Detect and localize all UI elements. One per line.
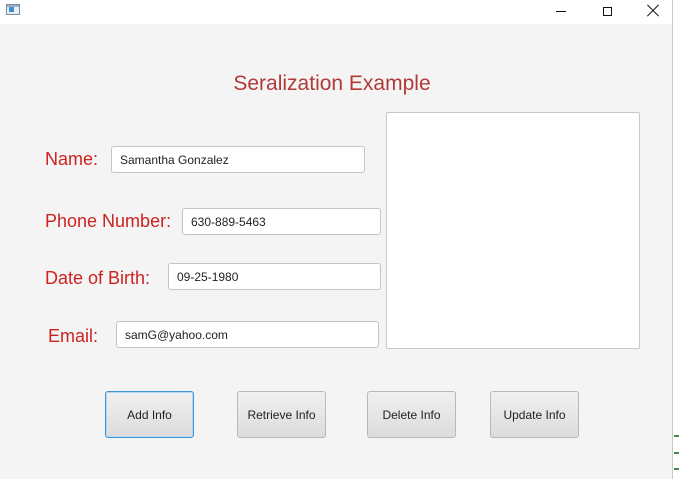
retrieve-info-button[interactable]: Retrieve Info (237, 391, 326, 438)
background-edge-mark (674, 468, 679, 470)
email-label: Email: (48, 326, 99, 346)
form-title: Seralization Example (233, 72, 431, 95)
output-text-area[interactable] (386, 112, 640, 349)
close-button[interactable] (630, 0, 676, 22)
phone-label: Phone Number: (45, 211, 172, 231)
dob-label: Date of Birth: (45, 268, 151, 288)
app-window: Seralization Example Name: Phone Number:… (0, 0, 672, 479)
dob-field[interactable] (168, 263, 381, 290)
minimize-button[interactable] (538, 0, 584, 22)
email-field[interactable] (116, 321, 379, 348)
delete-info-button[interactable]: Delete Info (367, 391, 456, 438)
title-bar[interactable] (0, 0, 672, 24)
minimize-icon (556, 10, 566, 12)
phone-field[interactable] (182, 208, 381, 235)
window-edge (672, 0, 673, 479)
maximize-icon (602, 6, 612, 16)
app-icon (6, 4, 20, 15)
name-field[interactable] (111, 146, 365, 173)
maximize-button[interactable] (584, 0, 630, 22)
close-icon (646, 4, 660, 18)
update-info-button[interactable]: Update Info (490, 391, 579, 438)
background-edge-mark (674, 452, 679, 454)
add-info-button[interactable]: Add Info (105, 391, 194, 438)
background-edge-mark (674, 435, 679, 437)
name-label: Name: (45, 149, 99, 169)
